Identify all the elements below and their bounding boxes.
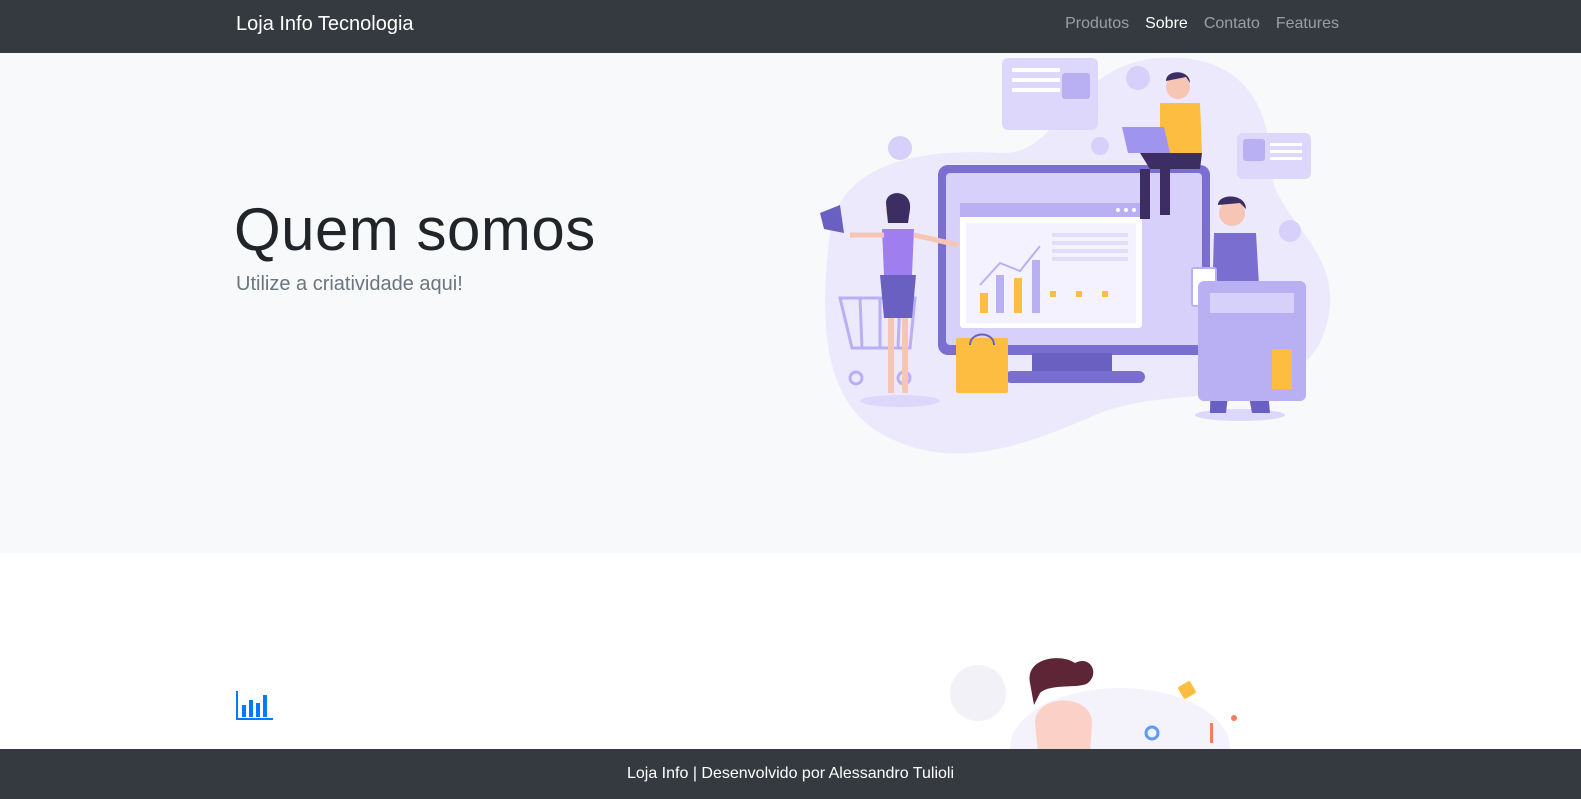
product-card-graphic	[1002, 58, 1098, 130]
hero-subtitle: Utilize a criatividade aqui!	[236, 273, 463, 295]
ecommerce-illustration	[820, 57, 1331, 454]
hero-section: Quem somos Utilize a criatividade aqui!	[0, 53, 1581, 553]
footer-text: Loja Info | Desenvolvido por Alessandro …	[626, 765, 954, 782]
play-icon	[888, 136, 912, 160]
heart-icon	[1126, 66, 1150, 90]
brand-link[interactable]: Loja Info Tecnologia	[236, 13, 414, 36]
like-icon	[1279, 220, 1301, 242]
navbar: Loja Info Tecnologia Produtos Sobre Cont…	[0, 0, 1581, 53]
features-section	[0, 553, 1581, 749]
footer: Loja Info | Desenvolvido por Alessandro …	[0, 749, 1581, 799]
nav-link-contato[interactable]: Contato	[1204, 15, 1260, 33]
person-illustration	[950, 658, 1237, 749]
calculator-graphic	[1198, 281, 1306, 401]
nav-links: Produtos Sobre Contato Features	[1065, 15, 1339, 33]
nav-link-features[interactable]: Features	[1276, 15, 1339, 33]
shopping-bag-graphic	[956, 333, 1008, 393]
nav-link-produtos[interactable]: Produtos	[1065, 15, 1129, 33]
product-card-graphic	[1237, 133, 1311, 179]
nav-link-sobre[interactable]: Sobre	[1145, 15, 1188, 33]
hero-title: Quem somos	[234, 196, 596, 263]
bar-chart-icon	[236, 691, 273, 720]
like-icon	[1091, 137, 1109, 155]
